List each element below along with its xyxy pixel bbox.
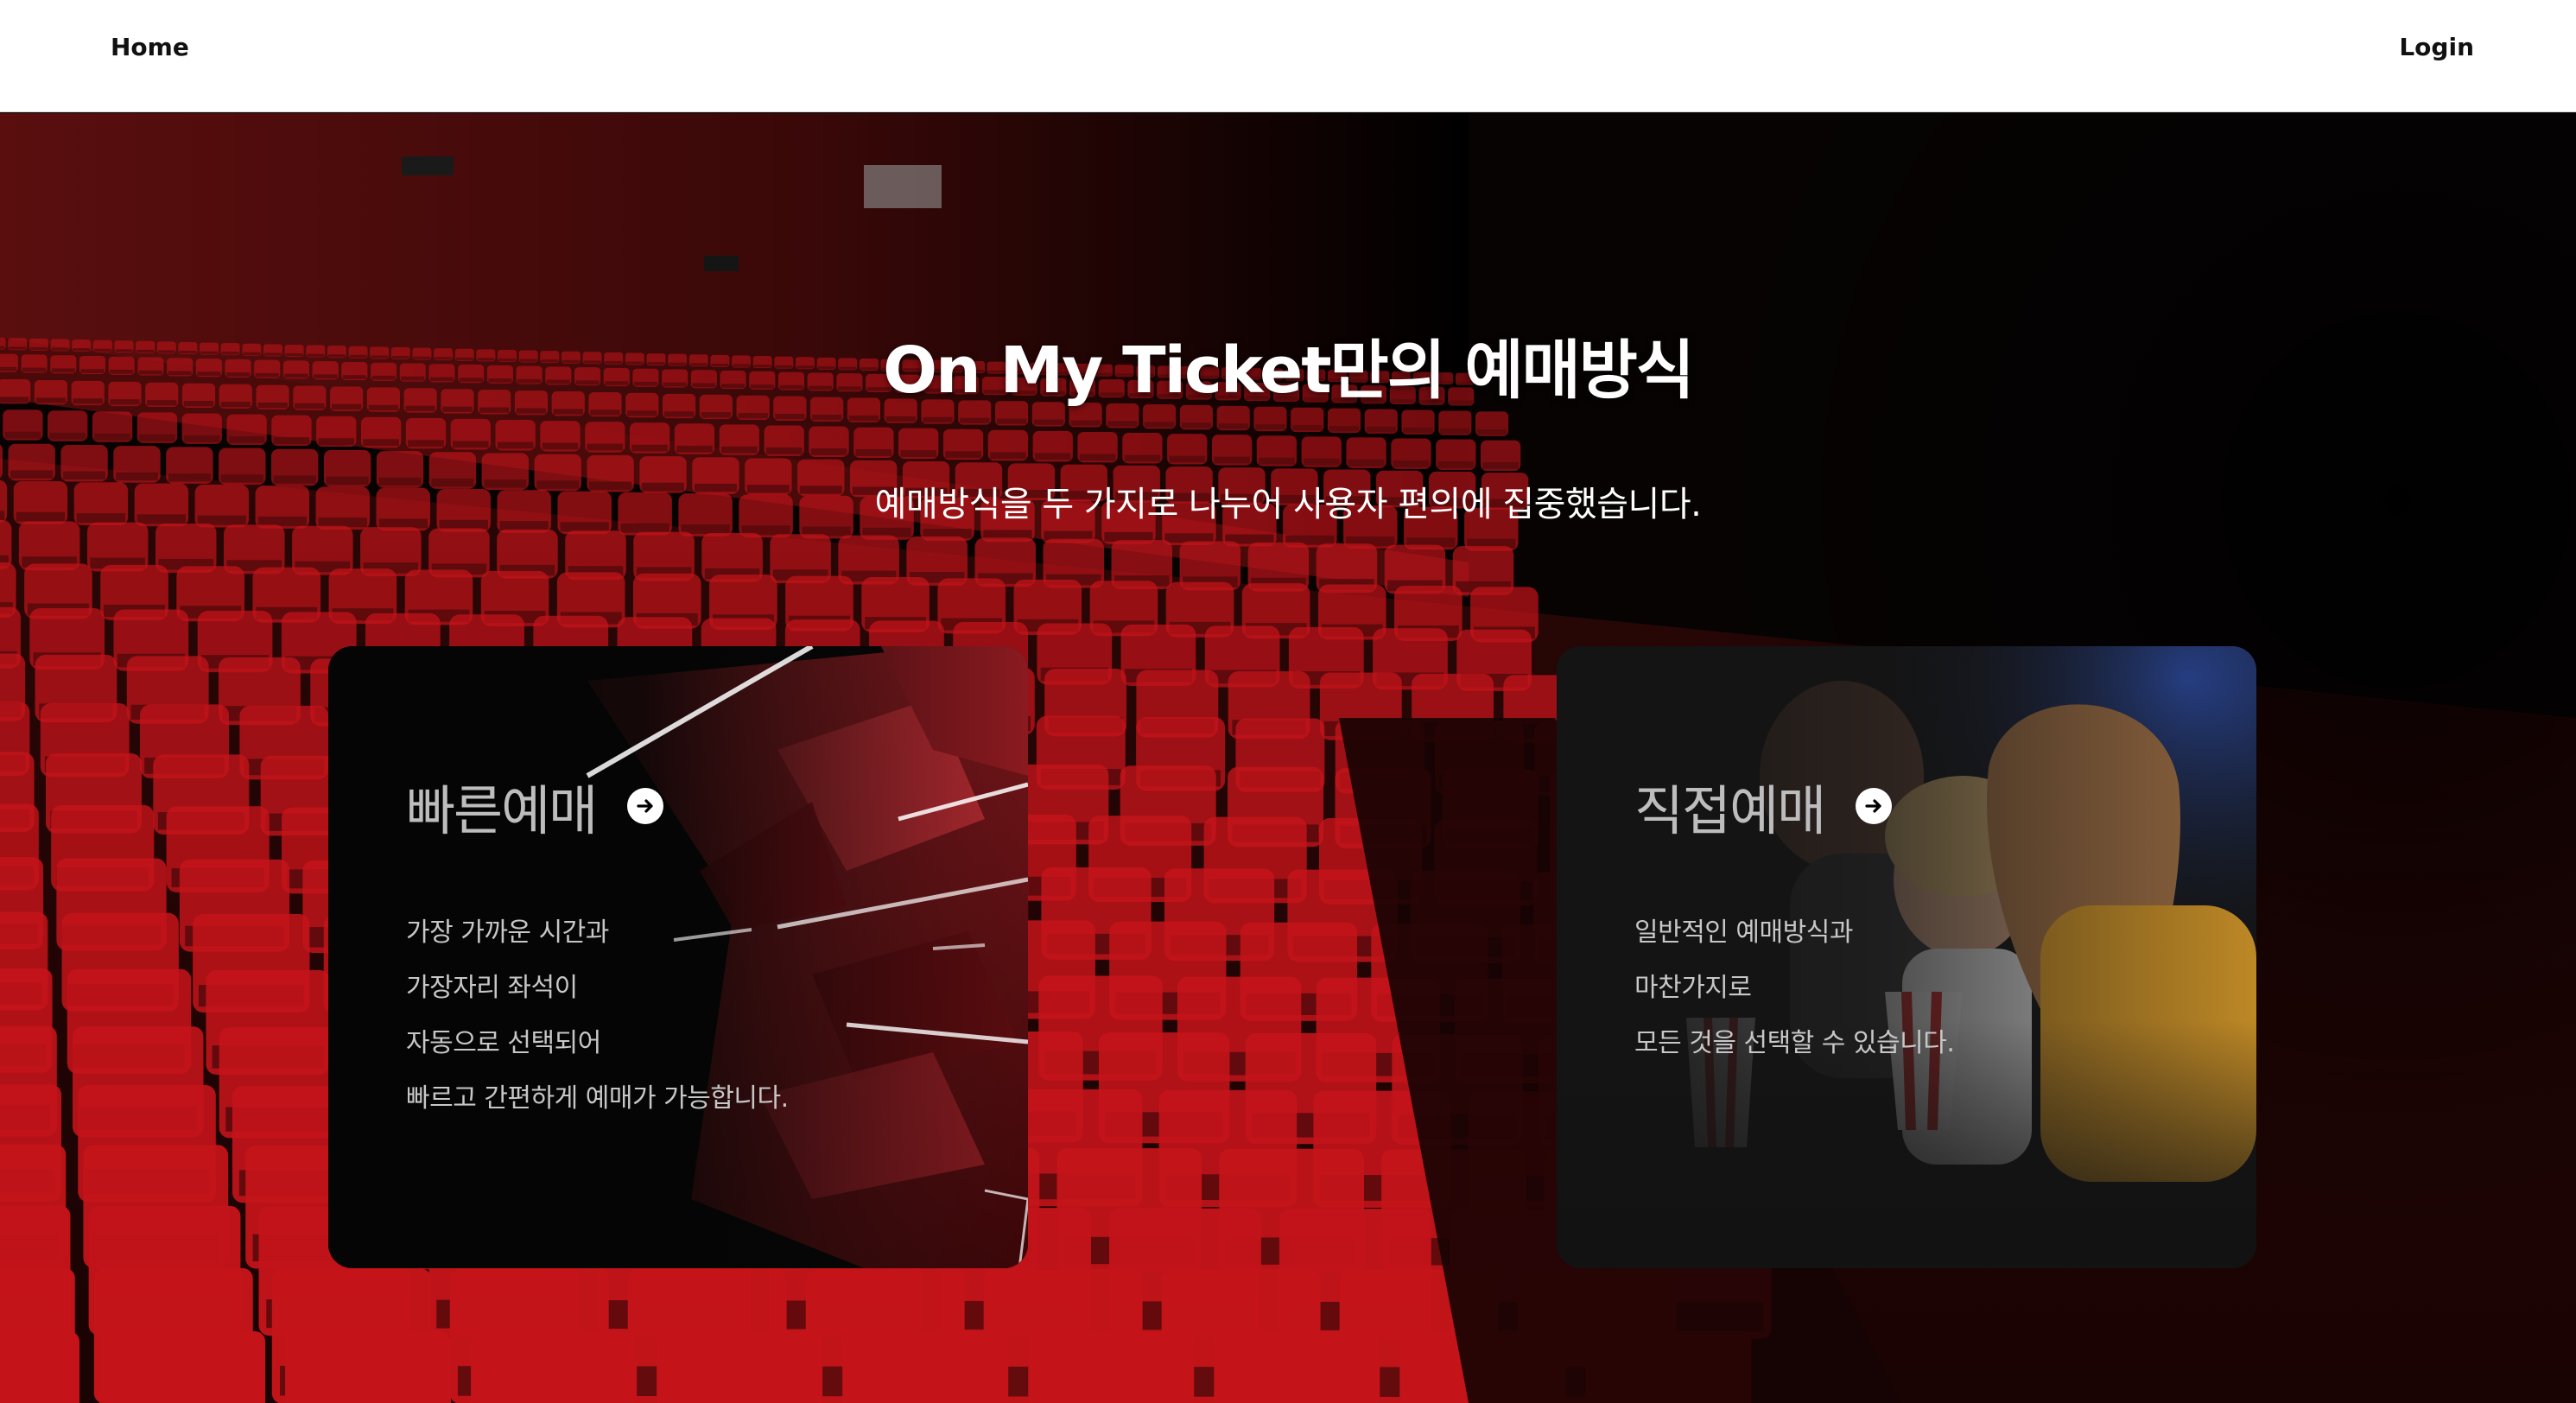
home-link[interactable]: Home — [111, 33, 189, 61]
direct-booking-title: 직접예매 — [1634, 779, 1826, 842]
hero-title: On My Ticket만의 예매방식 — [883, 333, 1695, 408]
description-line: 빠르고 간편하게 예매가 가능합니다. — [406, 1083, 789, 1114]
fast-booking-title: 빠른예매 — [406, 779, 598, 842]
fast-booking-heading: 빠른예매 — [406, 767, 664, 845]
arrow-right-circle-icon[interactable] — [627, 788, 664, 824]
description-line: 일반적인 예매방식과 — [1634, 917, 1853, 948]
description-line: 가장자리 좌석이 — [406, 973, 578, 1003]
description-line: 가장 가까운 시간과 — [406, 917, 609, 948]
hero-section: On My Ticket만의 예매방식 예매방식을 두 가지로 나누어 사용자 … — [0, 113, 2576, 1403]
direct-booking-heading: 직접예매 — [1634, 767, 1893, 845]
description-line: 마찬가지로 — [1634, 973, 1752, 1003]
login-link[interactable]: Login — [2399, 33, 2474, 61]
top-navbar: Home Login — [0, 0, 2576, 112]
description-line: 모든 것을 선택할 수 있습니다. — [1634, 1028, 1955, 1058]
hero-subtitle: 예매방식을 두 가지로 나누어 사용자 편의에 집중했습니다. — [874, 485, 1702, 524]
direct-booking-card[interactable]: 직접예매 일반적인 예매방식과 마찬가지로 모든 것을 선택할 수 있습니다. — [1557, 646, 2256, 1268]
fast-booking-card[interactable]: 빠른예매 가장 가까운 시간과 가장자리 좌석이 자동으로 선택되어 빠르고 간… — [328, 646, 1028, 1268]
arrow-right-circle-icon[interactable] — [1856, 788, 1893, 824]
direct-booking-description: 일반적인 예매방식과 마찬가지로 모든 것을 선택할 수 있습니다. — [1634, 905, 1955, 1071]
fast-booking-description: 가장 가까운 시간과 가장자리 좌석이 자동으로 선택되어 빠르고 간편하게 예… — [406, 905, 789, 1127]
description-line: 자동으로 선택되어 — [406, 1028, 601, 1058]
